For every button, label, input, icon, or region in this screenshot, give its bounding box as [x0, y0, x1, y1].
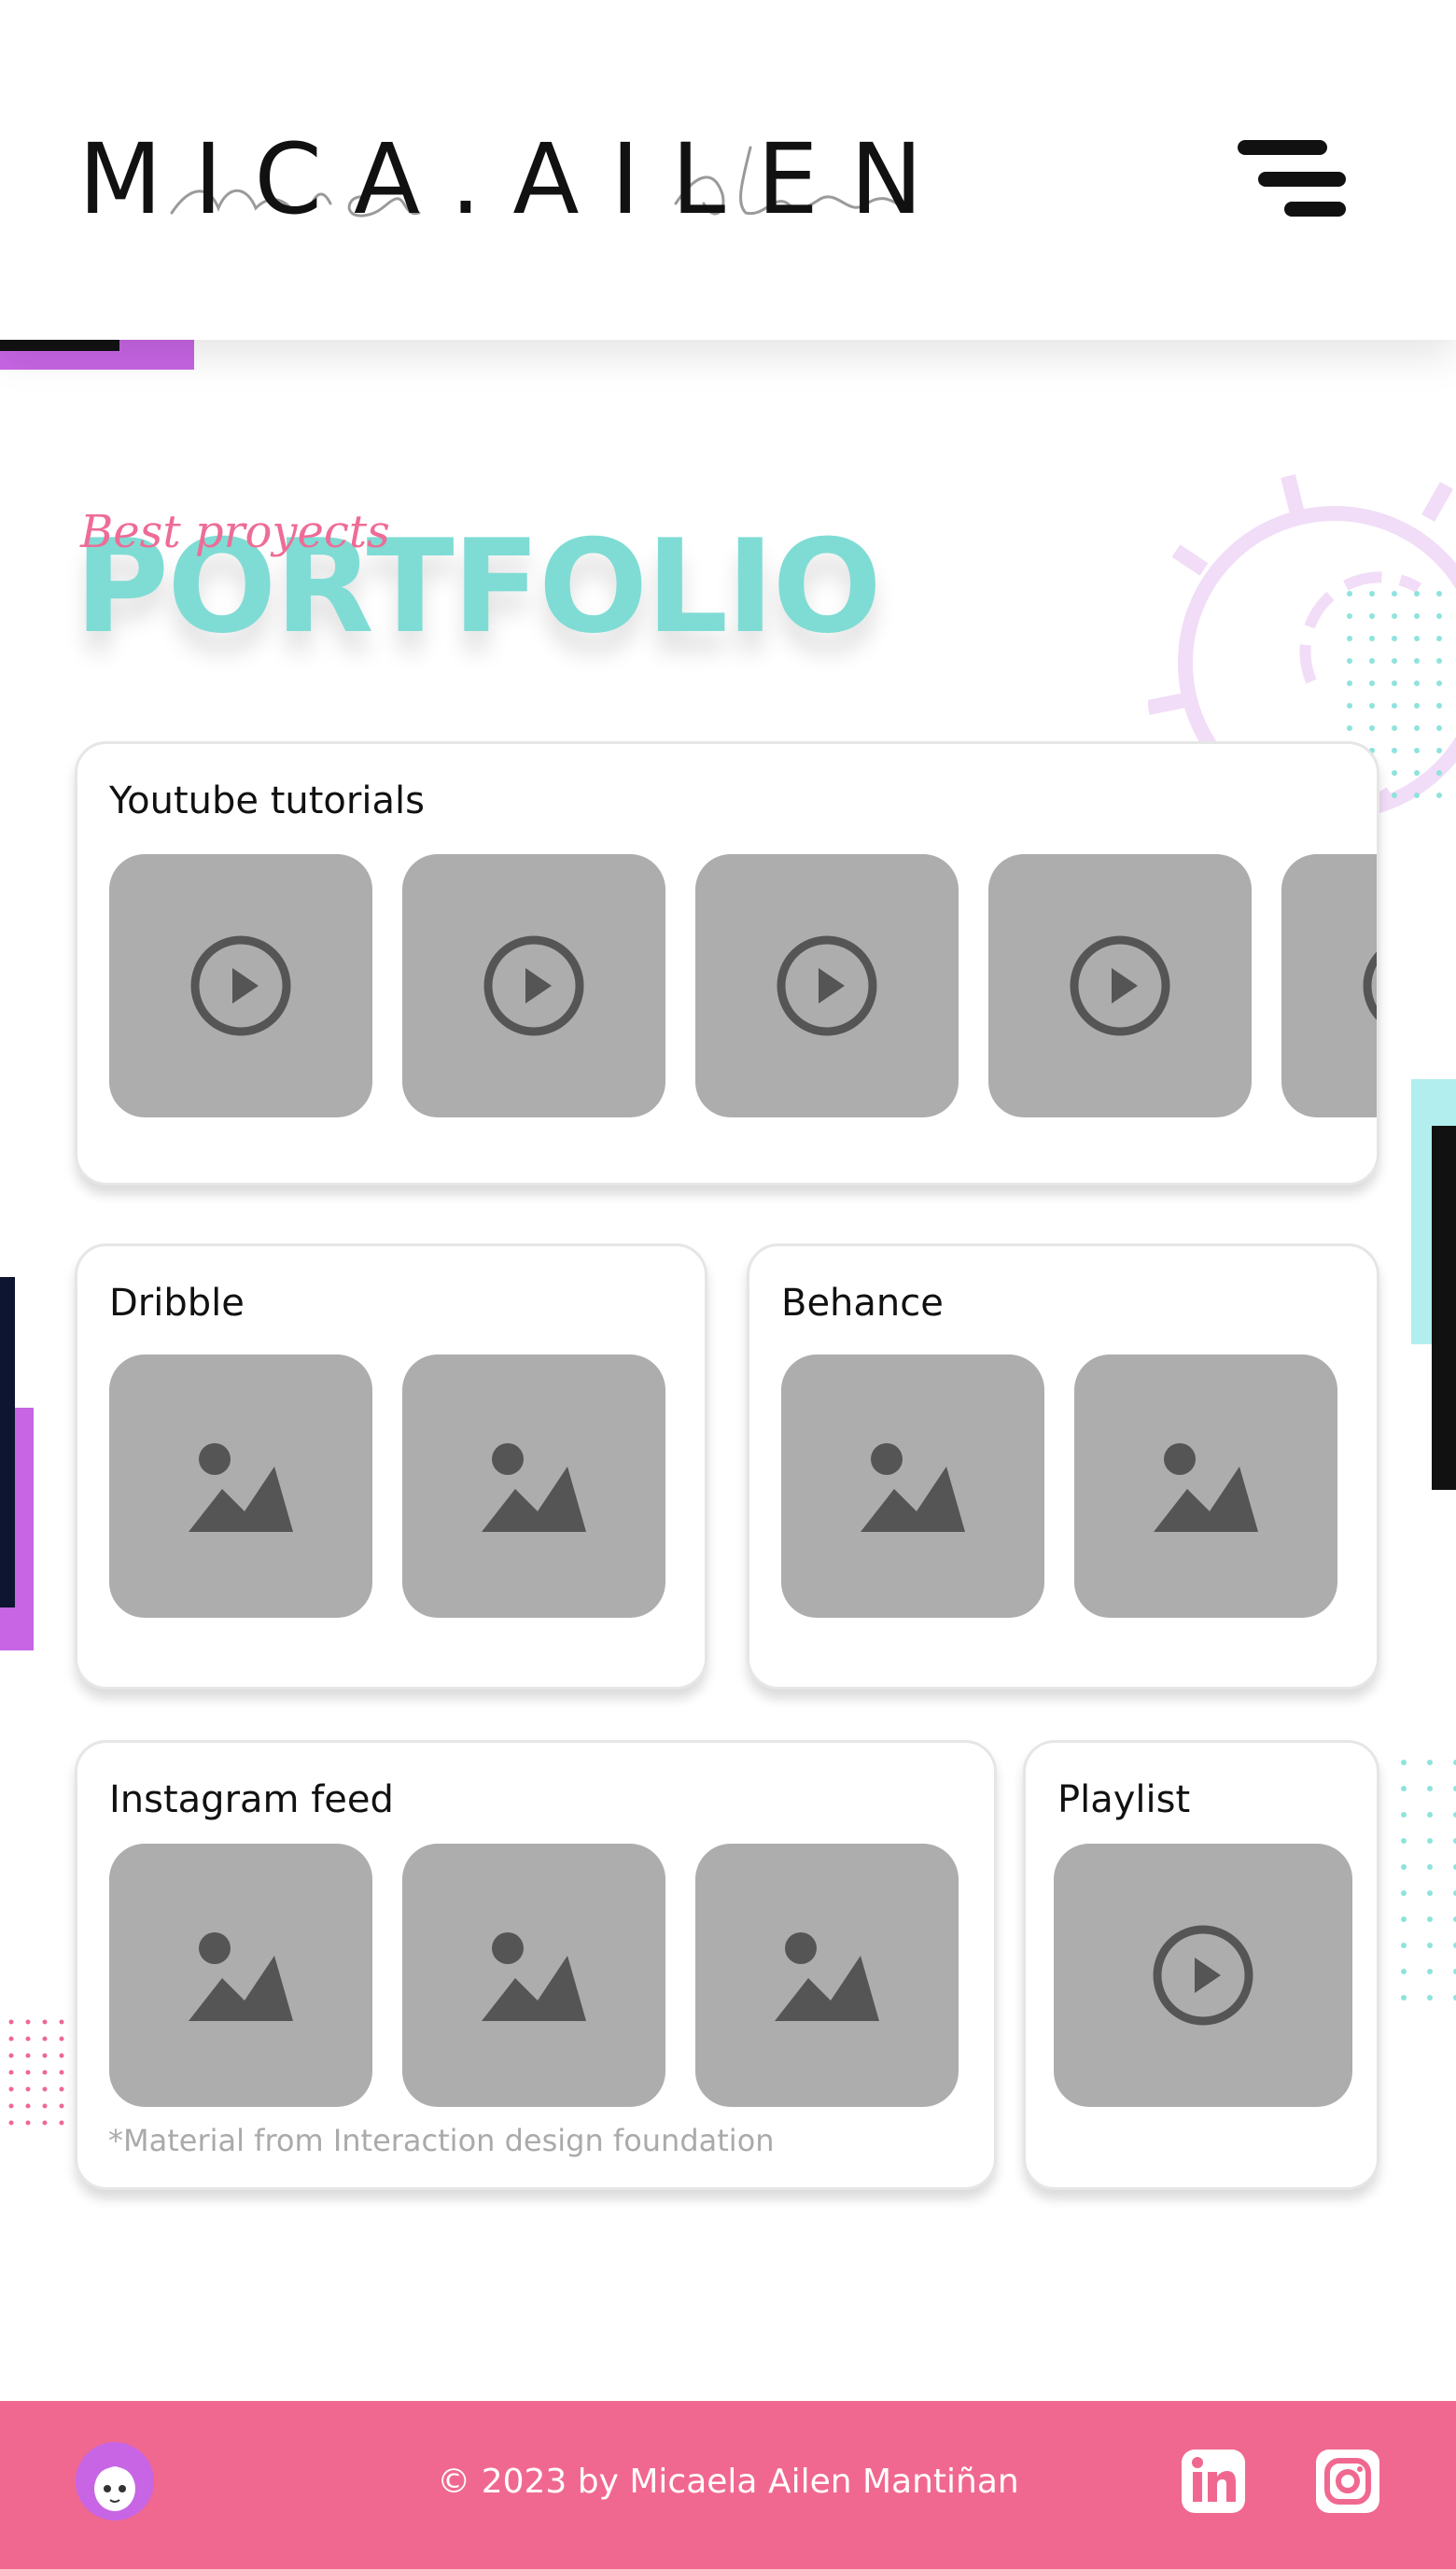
logo-text: MICA.AILEN: [78, 122, 955, 236]
instagram-icon[interactable]: [1316, 2450, 1379, 2513]
playlist-card: Playlist: [1023, 1740, 1379, 2190]
image-thumbnail[interactable]: [1074, 1355, 1337, 1618]
playlist-thumbnail[interactable]: [1054, 1844, 1352, 2107]
play-icon: [483, 935, 584, 1036]
dot-grid-decoration-teal-bottom: [1396, 1755, 1456, 2016]
image-icon: [482, 1932, 586, 2021]
material-credit-footnote: *Material from Interaction design founda…: [108, 2123, 775, 2158]
left-accent-black-bar: [0, 1277, 15, 1607]
video-thumbnail[interactable]: [1281, 854, 1377, 1117]
image-thumbnail[interactable]: [402, 1355, 665, 1618]
linkedin-icon[interactable]: [1182, 2450, 1245, 2513]
card-title: Behance: [781, 1282, 944, 1325]
image-icon: [775, 1932, 879, 2021]
card-title: Youtube tutorials: [109, 779, 425, 822]
site-header: MICA.AILEN: [0, 0, 1456, 340]
behance-card: Behance: [747, 1243, 1379, 1690]
site-footer: © 2023 by Micaela Ailen Mantiñan: [0, 2401, 1456, 2569]
play-icon: [1153, 1925, 1253, 2026]
image-thumbnail[interactable]: [109, 1844, 372, 2107]
image-thumbnail[interactable]: [695, 1844, 959, 2107]
play-icon: [777, 935, 877, 1036]
image-icon: [1154, 1443, 1258, 1532]
video-thumbnail[interactable]: [988, 854, 1252, 1117]
image-icon: [482, 1443, 586, 1532]
image-thumbnail[interactable]: [109, 1355, 372, 1618]
image-thumbnail[interactable]: [402, 1844, 665, 2107]
youtube-tutorials-card: Youtube tutorials: [75, 741, 1379, 1186]
dribble-card: Dribble: [75, 1243, 707, 1690]
video-thumbnail[interactable]: [695, 854, 959, 1117]
site-logo[interactable]: MICA.AILEN: [78, 110, 993, 250]
image-icon: [189, 1932, 293, 2021]
play-icon: [190, 935, 291, 1036]
dot-grid-decoration-pink: [0, 2014, 84, 2127]
play-icon: [1070, 935, 1170, 1036]
card-title: Instagram feed: [109, 1778, 394, 1821]
card-title: Dribble: [109, 1282, 245, 1325]
video-thumbnail[interactable]: [109, 854, 372, 1117]
card-title: Playlist: [1057, 1778, 1191, 1821]
hamburger-menu-icon[interactable]: [1238, 140, 1346, 218]
video-thumbnail[interactable]: [402, 854, 665, 1117]
play-icon: [1363, 951, 1377, 1020]
image-thumbnail[interactable]: [781, 1355, 1044, 1618]
right-accent-black-bar: [1432, 1126, 1456, 1490]
image-icon: [861, 1443, 965, 1532]
image-icon: [189, 1443, 293, 1532]
header-accent-black-bar: [0, 340, 119, 351]
hero-script-subtitle: Best proyects: [80, 506, 390, 558]
